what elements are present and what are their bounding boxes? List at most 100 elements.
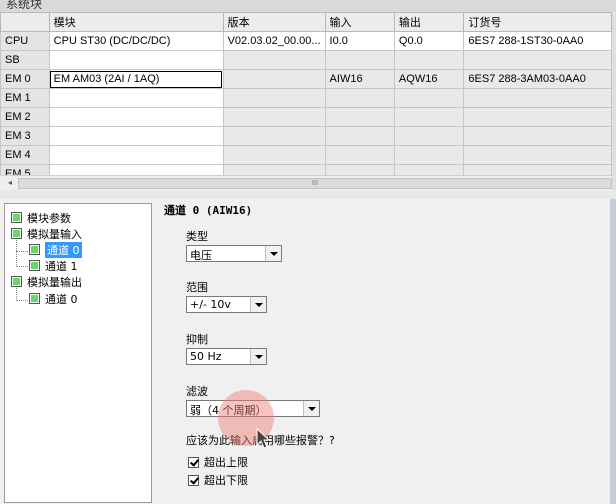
input-cell[interactable] (324, 88, 395, 108)
input-cell[interactable] (324, 126, 395, 146)
suppression-select[interactable]: 50 Hz (186, 348, 267, 365)
range-select[interactable]: +/- 10v (186, 296, 267, 313)
tree-item-label: 通道 0 (45, 292, 78, 306)
tree-item-module-params[interactable]: 模块参数 (11, 210, 71, 225)
checkmark-icon[interactable] (188, 474, 199, 486)
input-cell[interactable] (324, 107, 395, 127)
module-cell[interactable]: EM AM03 (2AI / 1AQ) (48, 69, 224, 89)
type-select[interactable]: 电压 (186, 245, 282, 262)
chevron-down-icon[interactable] (250, 349, 266, 364)
lower-panel: 模块参数 模拟量输入 通道 0 通道 1 模拟量输出 通道 0 通道 0 (AI… (0, 199, 616, 504)
output-cell[interactable]: Q0.0 (393, 31, 465, 51)
slot-cell: EM 1 (0, 88, 50, 108)
version-cell[interactable] (222, 88, 326, 108)
version-cell[interactable] (222, 145, 326, 165)
scroll-grip-icon: III (311, 179, 319, 187)
range-label: 范围 (186, 281, 208, 294)
input-cell[interactable] (324, 145, 395, 165)
input-cell[interactable]: I0.0 (324, 31, 395, 51)
tree-item-analog-output[interactable]: 模拟量输出 (11, 274, 82, 289)
tree-connector (16, 237, 17, 267)
mouse-cursor-icon (256, 428, 271, 449)
column-header-slot (0, 12, 50, 32)
slot-cell: SB (0, 50, 50, 70)
horizontal-scrollbar[interactable]: ◂ III (0, 175, 612, 191)
order-number-cell[interactable] (463, 145, 612, 165)
module-table: 模块 版本 输入 输出 订货号 CPU CPU ST30 (DC/DC/DC) V0… (0, 12, 612, 175)
output-cell[interactable] (393, 107, 465, 127)
tree-item-label: 通道 0 (45, 241, 82, 258)
alarm-lower-checkbox[interactable]: 超出下限 (188, 472, 248, 488)
chevron-down-icon[interactable] (250, 297, 266, 312)
module-cell[interactable] (48, 145, 224, 165)
table-row[interactable]: EM 0 EM AM03 (2AI / 1AQ) AIW16 AQW16 6ES7 28… (0, 69, 612, 89)
tree-item-output-channel-0[interactable]: 通道 0 (29, 291, 78, 306)
tree-node-icon (29, 293, 40, 304)
scroll-left-arrow-icon[interactable]: ◂ (2, 176, 18, 190)
output-cell[interactable] (393, 50, 465, 70)
tree-connector (16, 300, 28, 301)
order-number-cell[interactable] (463, 88, 612, 108)
chevron-down-icon[interactable] (265, 246, 281, 261)
chevron-down-icon[interactable] (303, 401, 319, 416)
output-cell[interactable] (393, 145, 465, 165)
version-cell[interactable] (222, 69, 326, 89)
column-header-input[interactable]: 输入 (324, 12, 395, 32)
tree-node-icon (11, 212, 22, 223)
slot-cell: CPU (0, 31, 50, 51)
output-cell[interactable] (393, 126, 465, 146)
table-row[interactable]: EM 4 (0, 145, 612, 165)
column-header-order-number[interactable]: 订货号 (463, 12, 612, 32)
slot-cell: EM 0 (0, 69, 50, 89)
output-cell[interactable] (393, 88, 465, 108)
scroll-thumb[interactable]: III (18, 178, 612, 189)
checkmark-icon[interactable] (188, 456, 199, 468)
order-number-cell[interactable] (463, 107, 612, 127)
panel-splitter[interactable] (0, 190, 616, 199)
tree-node-icon (29, 244, 40, 255)
module-cell[interactable] (48, 50, 224, 70)
tree-node-icon (29, 260, 40, 271)
window-edge (610, 199, 616, 504)
table-row[interactable]: EM 3 (0, 126, 612, 146)
suppression-label: 抑制 (186, 333, 208, 346)
order-number-cell[interactable]: 6ES7 288-1ST30-0AA0 (463, 31, 612, 51)
tree-item-input-channel-0[interactable]: 通道 0 (29, 241, 82, 258)
module-cell[interactable] (48, 88, 224, 108)
input-cell[interactable] (324, 50, 395, 70)
input-cell[interactable]: AIW16 (324, 69, 395, 89)
table-header-row: 模块 版本 输入 输出 订货号 (0, 12, 612, 32)
tree-item-label: 通道 1 (45, 259, 78, 273)
suppression-value: 50 Hz (190, 350, 222, 363)
tree-item-analog-input[interactable]: 模拟量输入 (11, 226, 82, 241)
tree-item-input-channel-1[interactable]: 通道 1 (29, 258, 78, 273)
column-header-module[interactable]: 模块 (48, 12, 224, 32)
version-cell[interactable]: V02.03.02_00.00... (222, 31, 326, 51)
alarm-upper-label: 超出上限 (204, 456, 248, 469)
channel-properties-panel: 通道 0 (AIW16) 类型 电压 范围 +/- 10v 抑制 50 Hz 滤… (156, 199, 610, 504)
version-cell[interactable] (222, 50, 326, 70)
window-title: 系统块 (6, 0, 43, 11)
output-cell[interactable]: AQW16 (393, 69, 465, 89)
column-header-output[interactable]: 输出 (393, 12, 465, 32)
right-scroll-gutter (612, 12, 616, 192)
module-cell[interactable] (48, 107, 224, 127)
order-number-cell[interactable] (463, 126, 612, 146)
alarm-upper-checkbox[interactable]: 超出上限 (188, 454, 248, 470)
module-cell[interactable]: CPU ST30 (DC/DC/DC) (48, 31, 224, 51)
window-title-bar: 系统块 (0, 0, 616, 12)
tree-item-label: 模拟量输出 (27, 275, 82, 289)
version-cell[interactable] (222, 107, 326, 127)
tree-node-icon (11, 228, 22, 239)
module-cell[interactable] (48, 126, 224, 146)
table-row[interactable]: EM 1 (0, 88, 612, 108)
version-cell[interactable] (222, 126, 326, 146)
tree-item-label: 模拟量输入 (27, 227, 82, 241)
order-number-cell[interactable] (463, 50, 612, 70)
table-row[interactable]: CPU CPU ST30 (DC/DC/DC) V02.03.02_00.00...… (0, 31, 612, 51)
table-row[interactable]: SB (0, 50, 612, 70)
table-row[interactable]: EM 2 (0, 107, 612, 127)
column-header-version[interactable]: 版本 (222, 12, 326, 32)
order-number-cell[interactable]: 6ES7 288-3AM03-0AA0 (463, 69, 612, 89)
tree-connector (16, 251, 28, 252)
